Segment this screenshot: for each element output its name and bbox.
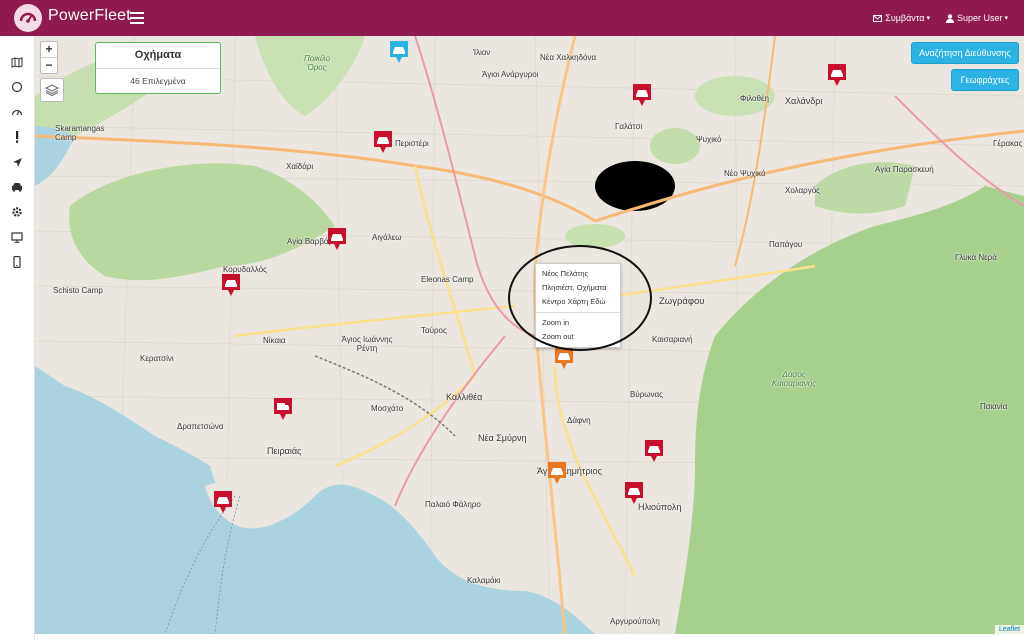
geofences-button[interactable]: Γεωφράχτες bbox=[951, 69, 1019, 91]
place-label: Καλαμάκι bbox=[467, 576, 501, 585]
place-label: Ζωγράφου bbox=[659, 296, 705, 307]
place-label: Γαλάτσι bbox=[615, 122, 643, 131]
vehicle-marker-red[interactable] bbox=[220, 272, 242, 298]
place-label: Χαλάνδρι bbox=[785, 96, 823, 106]
vehicle-marker-red[interactable] bbox=[826, 62, 848, 88]
vehicle-marker-red[interactable] bbox=[372, 129, 394, 155]
place-label: Ταύρος bbox=[421, 326, 447, 335]
ctx-zoom-out[interactable]: Zoom out bbox=[536, 330, 620, 344]
top-navbar: PowerFleet Συμβάντα ▾ Super User ▾ bbox=[0, 0, 1024, 36]
chevron-down-icon: ▾ bbox=[1004, 15, 1008, 22]
exclamation-icon[interactable] bbox=[11, 131, 23, 143]
user-dropdown[interactable]: Super User ▾ bbox=[945, 13, 1008, 23]
place-label: Ίλιον bbox=[473, 48, 491, 57]
ctx-divider bbox=[536, 312, 620, 313]
place-label: Μοσχάτο bbox=[371, 404, 404, 413]
place-label: Βύρωνας bbox=[630, 390, 663, 399]
vehicle-marker-red[interactable] bbox=[631, 82, 653, 108]
zoom-control: + − bbox=[40, 41, 58, 74]
place-label: Περιστέρι bbox=[395, 139, 429, 148]
place-label: Παιανία bbox=[980, 402, 1008, 411]
place-label: Νέο Ψυχικό bbox=[724, 169, 766, 178]
gear-icon[interactable] bbox=[11, 206, 23, 218]
bottom-strip bbox=[35, 634, 1024, 640]
navigation-arrow-icon[interactable] bbox=[11, 156, 23, 168]
vehicles-selected-count: 46 Επιλεγμένα bbox=[130, 76, 186, 86]
events-label: Συμβάντα bbox=[885, 13, 925, 23]
place-label: Skaramangas Camp bbox=[55, 124, 105, 142]
vehicle-marker-orange[interactable] bbox=[553, 345, 575, 371]
place-label: Γλυκά Νερά bbox=[955, 253, 997, 262]
car-icon[interactable] bbox=[11, 181, 23, 193]
address-search-button[interactable]: Αναζήτηση Διεύθυνσης bbox=[911, 42, 1019, 64]
place-label: Παπάγου bbox=[769, 240, 803, 249]
place-label: Πειραιάς bbox=[267, 446, 302, 456]
zoom-out-button[interactable]: − bbox=[41, 57, 57, 73]
place-label: Παλαιό Φάληρο bbox=[425, 500, 481, 509]
place-label: Χαϊδάρι bbox=[286, 162, 314, 171]
place-label: Δάσος Καισαριανής bbox=[771, 370, 817, 388]
vehicle-marker-red[interactable] bbox=[326, 226, 348, 252]
place-label: Eleonas Camp bbox=[421, 275, 474, 284]
ctx-zoom-in[interactable]: Zoom in bbox=[536, 316, 620, 330]
map-icon[interactable] bbox=[11, 56, 23, 68]
vehicle-marker-red[interactable] bbox=[643, 438, 665, 464]
place-label: Καλλιθέα bbox=[446, 392, 483, 402]
vehicle-marker-orange[interactable] bbox=[546, 460, 568, 486]
place-label: Δάφνη bbox=[567, 416, 591, 425]
place-label: Χολαργός bbox=[785, 186, 820, 195]
chevron-down-icon: ▾ bbox=[926, 15, 930, 22]
place-label: Νίκαια bbox=[263, 336, 286, 345]
ctx-center-map-here[interactable]: Κέντρο Χάρτη Εδώ bbox=[536, 295, 620, 309]
user-icon bbox=[945, 13, 954, 23]
place-label: Νέα Σμύρνη bbox=[478, 433, 527, 443]
layers-icon[interactable] bbox=[40, 78, 64, 102]
place-label: Αιγάλεω bbox=[372, 233, 402, 242]
place-label: Άγιοι Ανάργυροι bbox=[482, 70, 539, 79]
left-sidebar bbox=[0, 36, 35, 640]
vehicle-marker-blue[interactable] bbox=[388, 39, 410, 65]
leaflet-attribution-link[interactable]: Leaflet bbox=[994, 625, 1024, 634]
zoom-in-button[interactable]: + bbox=[41, 42, 57, 57]
place-label: Δραπετσώνα bbox=[177, 422, 224, 431]
vehicles-panel[interactable]: Οχήματα 46 Επιλεγμένα bbox=[95, 42, 221, 94]
envelope-icon bbox=[873, 14, 883, 22]
place-label: Γέρακας bbox=[993, 139, 1023, 148]
monitor-icon[interactable] bbox=[11, 231, 23, 243]
events-dropdown[interactable]: Συμβάντα ▾ bbox=[873, 13, 930, 23]
map-base-layer bbox=[35, 36, 1024, 634]
brand-logo-icon[interactable] bbox=[14, 4, 42, 32]
navbar-right: Συμβάντα ▾ Super User ▾ bbox=[873, 0, 1024, 36]
map-context-menu: Νέος Πελάτης Πλησιέστ. Οχήματα Κέντρο Χά… bbox=[535, 263, 621, 348]
user-label: Super User bbox=[956, 13, 1003, 23]
vehicles-title: Οχήματα bbox=[96, 43, 220, 69]
map-view[interactable]: Ίλιον Άγιοι Ανάργυροι Νέα Χαλκηδόνα Ποικ… bbox=[35, 36, 1024, 634]
mobile-icon[interactable] bbox=[11, 256, 23, 268]
brand-name[interactable]: PowerFleet bbox=[48, 7, 131, 25]
place-label: Κερατσίνι bbox=[140, 354, 174, 363]
vehicle-marker-red[interactable] bbox=[623, 480, 645, 506]
place-label: Ποικίλο Όρος bbox=[303, 54, 331, 72]
place-label: Φιλοθέη bbox=[740, 94, 769, 103]
ctx-nearest-vehicles[interactable]: Πλησιέστ. Οχήματα bbox=[536, 281, 620, 295]
gauge-icon[interactable] bbox=[11, 106, 23, 118]
vehicle-marker-truck[interactable] bbox=[272, 396, 294, 422]
place-label: Άγιος Ιωάννης Ρέντη bbox=[341, 335, 393, 353]
place-label: Ψυχικό bbox=[696, 135, 722, 144]
circle-icon[interactable] bbox=[11, 81, 23, 93]
hamburger-menu-icon[interactable] bbox=[130, 9, 144, 25]
ctx-new-customer[interactable]: Νέος Πελάτης bbox=[536, 267, 620, 281]
place-label: Αγία Παρασκευή bbox=[875, 165, 934, 174]
place-label: Αργυρούπολη bbox=[610, 617, 660, 626]
place-label: Schisto Camp bbox=[53, 286, 103, 295]
place-label: Καισαριανή bbox=[652, 335, 693, 344]
vehicle-marker-red[interactable] bbox=[212, 489, 234, 515]
place-label: Νέα Χαλκηδόνα bbox=[540, 53, 597, 62]
